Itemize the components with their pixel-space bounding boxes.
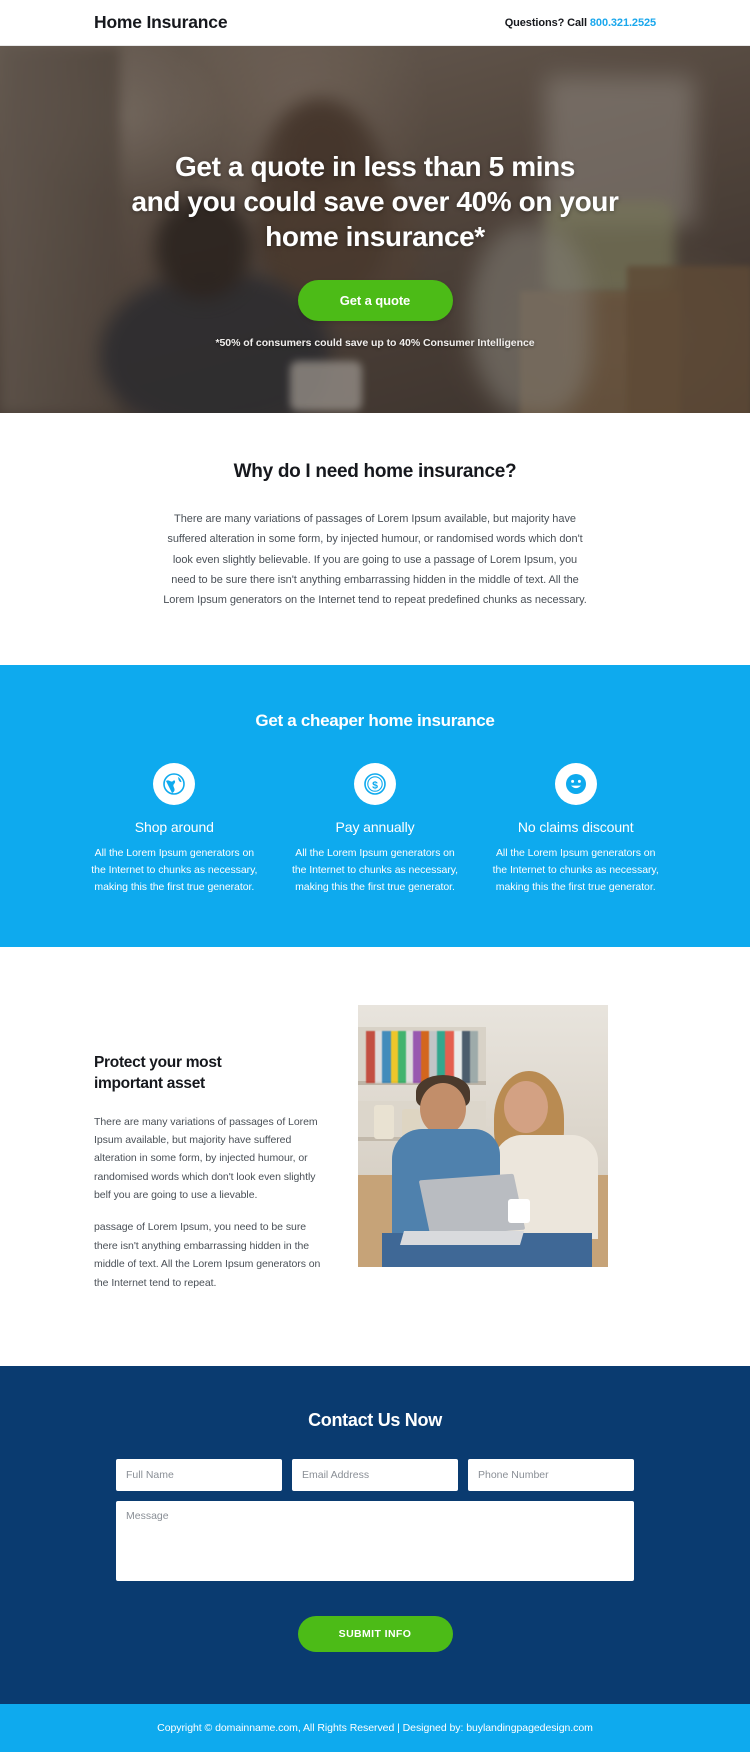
feature-description: All the Lorem Ipsum generators on the In…	[291, 846, 459, 894]
features-row: Shop around All the Lorem Ipsum generato…	[0, 762, 750, 897]
brand-logo[interactable]: Home Insurance	[94, 12, 228, 33]
why-section: Why do I need home insurance? There are …	[0, 413, 750, 665]
feature-pay-annually: $ Pay annually All the Lorem Ipsum gener…	[275, 762, 476, 897]
hero-title: Get a quote in less than 5 mins and you …	[115, 149, 635, 254]
feature-no-claims-discount: No claims discount All the Lorem Ipsum g…	[475, 762, 676, 897]
hero-title-line-1: Get a quote in less than 5 mins	[175, 151, 575, 182]
hero-title-line-2: and you could save over 40% on your	[131, 186, 619, 217]
contact-form-row	[116, 1458, 634, 1491]
submit-info-button[interactable]: SUBMIT INFO	[297, 1615, 453, 1652]
photo-books	[366, 1030, 478, 1083]
header-phone-number[interactable]: 800.321.2525	[590, 17, 656, 29]
protect-image-column	[358, 1004, 608, 1267]
hero-disclaimer: *50% of consumers could save up to 40% C…	[215, 337, 535, 349]
feature-title: Shop around	[134, 818, 214, 835]
features-section: Get a cheaper home insurance Shop around…	[0, 664, 750, 947]
why-section-body: There are many variations of passages of…	[163, 513, 587, 607]
feature-description: All the Lorem Ipsum generators on the In…	[492, 846, 659, 894]
smiley-face-icon	[554, 762, 597, 805]
hero-section: Get a quote in less than 5 mins and you …	[0, 46, 750, 413]
couple-with-laptop-photo	[358, 1004, 608, 1267]
photo-coffee-mug	[508, 1198, 530, 1223]
feature-title: No claims discount	[517, 818, 634, 835]
protect-title: Protect your most important asset	[94, 1053, 326, 1095]
protect-paragraph-1: There are many variations of passages of…	[94, 1115, 318, 1202]
contact-title: Contact Us Now	[308, 1409, 442, 1430]
feature-title: Pay annually	[335, 818, 415, 835]
hero-title-line-3: home insurance*	[265, 221, 485, 252]
features-section-title: Get a cheaper home insurance	[255, 710, 495, 730]
footer-copyright-text: Copyright © domainname.com, All Rights R…	[157, 1721, 593, 1734]
header-phone-contact: Questions? Call 800.321.2525	[505, 17, 656, 29]
feature-description: All the Lorem Ipsum generators on the In…	[91, 846, 258, 894]
phone-number-input[interactable]	[468, 1458, 634, 1491]
protect-wrapper: Protect your most important asset There …	[94, 1004, 656, 1306]
get-a-quote-button[interactable]: Get a quote	[297, 280, 453, 321]
protect-title-line-2: important asset	[94, 1074, 205, 1092]
photo-woman-head	[504, 1080, 548, 1133]
globe-icon	[153, 762, 196, 805]
site-footer: Copyright © domainname.com, All Rights R…	[0, 1703, 750, 1752]
hero-content: Get a quote in less than 5 mins and you …	[0, 46, 750, 349]
full-name-input[interactable]	[116, 1458, 282, 1491]
feature-shop-around: Shop around All the Lorem Ipsum generato…	[74, 762, 275, 897]
submit-button-wrapper: SUBMIT INFO	[116, 1615, 634, 1652]
contact-form: SUBMIT INFO	[116, 1458, 634, 1652]
photo-man-head	[420, 1082, 466, 1135]
site-header: Home Insurance Questions? Call 800.321.2…	[0, 0, 750, 46]
email-address-input[interactable]	[292, 1458, 458, 1491]
photo-jar-1	[374, 1104, 394, 1139]
svg-text:$: $	[372, 779, 378, 791]
protect-text-column: Protect your most important asset There …	[94, 1005, 326, 1306]
protect-title-line-1: Protect your most	[94, 1053, 222, 1071]
photo-laptop-base	[399, 1230, 525, 1245]
header-contact-prefix: Questions? Call	[504, 16, 590, 29]
contact-section: Contact Us Now SUBMIT INFO	[0, 1365, 750, 1704]
protect-section: Protect your most important asset There …	[0, 946, 750, 1366]
protect-paragraph-2: passage of Lorem Ipsum, you need to be s…	[94, 1221, 321, 1289]
message-textarea[interactable]	[116, 1500, 634, 1581]
dollar-coin-icon: $	[354, 762, 396, 805]
why-section-title: Why do I need home insurance?	[233, 461, 517, 482]
